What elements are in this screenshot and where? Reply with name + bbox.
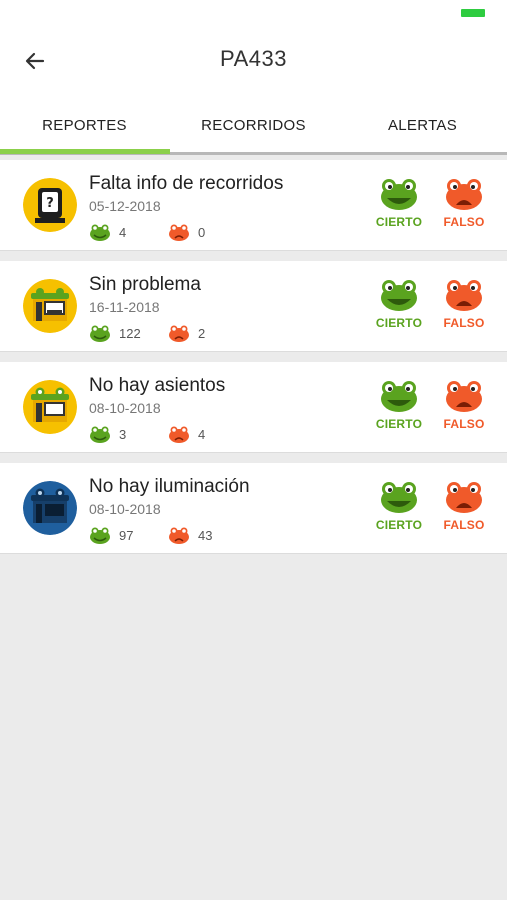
frog-happy-icon	[90, 325, 110, 342]
frog-happy-icon	[90, 527, 110, 544]
true-count-value: 122	[119, 325, 141, 341]
true-count: 3	[89, 425, 126, 443]
tab-recorridos[interactable]: RECORRIDOS	[169, 96, 338, 154]
frog-sad-icon	[446, 280, 482, 311]
true-count-value: 97	[119, 527, 134, 543]
status-bar	[0, 0, 507, 24]
frog-sad-icon	[169, 527, 189, 544]
false-count-value: 2	[198, 325, 206, 341]
vote-false-label: FALSO	[443, 215, 485, 229]
true-count: 4	[89, 223, 126, 241]
vote-true-label: CIERTO	[375, 417, 423, 431]
report-title: Sin problema	[89, 274, 201, 295]
vote-false-label: FALSO	[443, 518, 485, 532]
vote-false-button[interactable]: FALSO	[432, 379, 496, 431]
bus-stop-dark-icon	[23, 481, 77, 535]
false-count: 0	[168, 223, 205, 241]
page-title: PA433	[220, 46, 287, 71]
vote-true-label: CIERTO	[375, 316, 423, 330]
vote-true-button[interactable]: CIERTO	[367, 480, 431, 532]
vote-true-button[interactable]: CIERTO	[367, 177, 431, 229]
vote-false-button[interactable]: FALSO	[432, 278, 496, 330]
vote-true-label: CIERTO	[375, 215, 423, 229]
false-count-value: 0	[198, 224, 206, 240]
tab-alertas[interactable]: ALERTAS	[338, 96, 507, 154]
tab-active-indicator	[0, 149, 170, 154]
false-count: 4	[168, 425, 205, 443]
false-count-value: 43	[198, 527, 213, 543]
report-date: 16-11-2018	[89, 299, 160, 315]
frog-happy-icon	[381, 280, 417, 311]
reports-list: ? Falta info de recorridos 05-12-2018 4 …	[0, 160, 507, 564]
report-title: No hay asientos	[89, 375, 226, 396]
svg-text:?: ?	[46, 196, 54, 211]
report-date: 08-10-2018	[89, 501, 161, 517]
false-count-value: 4	[198, 426, 206, 442]
frog-happy-icon	[90, 224, 110, 241]
vote-true-label: CIERTO	[375, 518, 423, 532]
frog-happy-icon	[381, 381, 417, 412]
vote-true-button[interactable]: CIERTO	[367, 379, 431, 431]
report-card[interactable]: ? Falta info de recorridos 05-12-2018 4 …	[0, 160, 507, 251]
report-title: Falta info de recorridos	[89, 173, 284, 194]
true-count: 122	[89, 324, 141, 342]
vote-false-button[interactable]: FALSO	[432, 177, 496, 229]
vote-false-label: FALSO	[443, 417, 485, 431]
report-title: No hay iluminación	[89, 476, 250, 497]
true-count-value: 4	[119, 224, 127, 240]
report-date: 05-12-2018	[89, 198, 161, 214]
false-count: 43	[168, 526, 212, 544]
info-sign-icon: ?	[23, 178, 77, 232]
false-count: 2	[168, 324, 205, 342]
report-date: 08-10-2018	[89, 400, 161, 416]
frog-sad-icon	[446, 482, 482, 513]
frog-happy-icon	[381, 179, 417, 210]
report-card[interactable]: No hay iluminación 08-10-2018 97 43 CIER…	[0, 463, 507, 554]
tab-reportes[interactable]: REPORTES	[0, 96, 169, 154]
bus-stop-happy-icon	[23, 279, 77, 333]
frog-sad-icon	[169, 426, 189, 443]
bus-stop-seats-icon	[23, 380, 77, 434]
tab-bar: REPORTES RECORRIDOS ALERTAS	[0, 96, 507, 154]
battery-icon	[461, 9, 485, 17]
app-bar: PA433	[0, 24, 507, 96]
frog-happy-icon	[381, 482, 417, 513]
true-count-value: 3	[119, 426, 127, 442]
frog-sad-icon	[446, 179, 482, 210]
frog-happy-icon	[90, 426, 110, 443]
frog-sad-icon	[169, 325, 189, 342]
frog-sad-icon	[169, 224, 189, 241]
vote-true-button[interactable]: CIERTO	[367, 278, 431, 330]
vote-false-label: FALSO	[443, 316, 485, 330]
report-card[interactable]: Sin problema 16-11-2018 122 2 CIERTO FAL…	[0, 261, 507, 352]
frog-sad-icon	[446, 381, 482, 412]
report-card[interactable]: No hay asientos 08-10-2018 3 4 CIERTO FA…	[0, 362, 507, 453]
true-count: 97	[89, 526, 133, 544]
vote-false-button[interactable]: FALSO	[432, 480, 496, 532]
